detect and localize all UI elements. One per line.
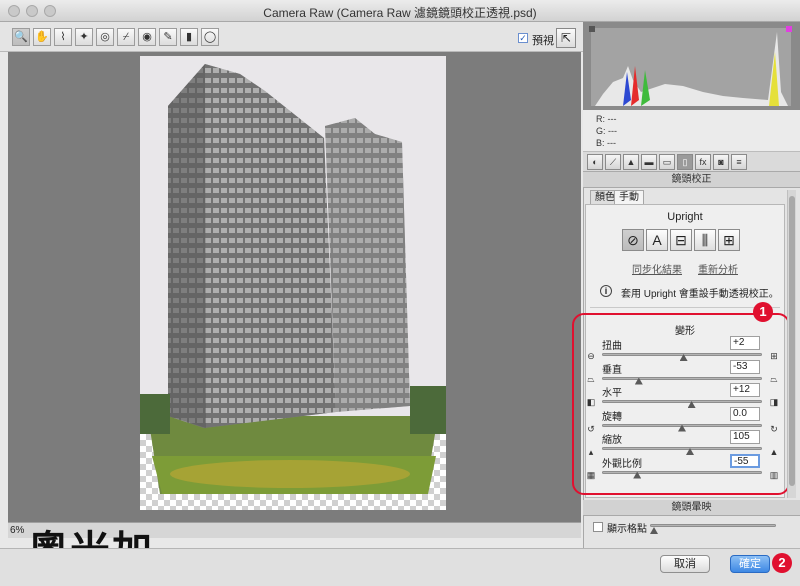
section-title-lens-corrections: 鏡頭校正 bbox=[583, 172, 800, 188]
graduated-filter-icon[interactable]: ▮ bbox=[180, 28, 198, 46]
upright-info-text: 套用 Upright 會重設手動透視校正。 bbox=[621, 289, 779, 300]
upright-auto-icon[interactable]: A bbox=[646, 229, 668, 251]
r-label: R: bbox=[596, 114, 605, 124]
zoom-tool-icon[interactable]: 🔍 bbox=[12, 28, 30, 46]
upright-vertical-icon[interactable]: ⫼ bbox=[694, 229, 716, 251]
b-label: B: bbox=[596, 138, 605, 148]
detail-panel-icon[interactable]: ▲ bbox=[623, 154, 639, 170]
b-value: --- bbox=[607, 138, 617, 148]
hsl-panel-icon[interactable]: ▬ bbox=[641, 154, 657, 170]
upright-level-icon[interactable]: ⊟ bbox=[670, 229, 692, 251]
window-title: Camera Raw (Camera Raw 濾鏡鏡頭校正透視.psd) bbox=[263, 6, 537, 20]
preview-checkbox[interactable]: ✓ bbox=[518, 33, 528, 43]
g-value: --- bbox=[608, 126, 618, 136]
annotation-highlight bbox=[572, 313, 790, 495]
presets-panel-icon[interactable]: ≡ bbox=[731, 154, 747, 170]
photo-preview bbox=[140, 56, 446, 510]
fullscreen-icon[interactable]: ⇱ bbox=[556, 28, 576, 48]
preview-label: 預視 bbox=[532, 35, 554, 47]
adjustment-brush-icon[interactable]: ✎ bbox=[159, 28, 177, 46]
upright-title: Upright bbox=[667, 211, 703, 223]
basic-panel-icon[interactable]: ◐ bbox=[587, 154, 603, 170]
show-grid-label: 顯示格點 bbox=[607, 524, 647, 535]
annotation-badge-2: 2 bbox=[772, 553, 792, 573]
divider bbox=[590, 307, 780, 308]
targeted-adjustment-tool-icon[interactable]: ◎ bbox=[96, 28, 114, 46]
r-value: --- bbox=[607, 114, 617, 124]
info-icon: i bbox=[600, 285, 612, 297]
straighten-tool-icon[interactable]: ⌿ bbox=[117, 28, 135, 46]
color-sampler-tool-icon[interactable]: ✦ bbox=[75, 28, 93, 46]
ok-button[interactable]: 確定 bbox=[730, 555, 770, 573]
section-title-vignetting: 鏡頭暈映 bbox=[583, 500, 800, 516]
red-eye-tool-icon[interactable]: ◉ bbox=[138, 28, 156, 46]
tone-curve-panel-icon[interactable]: ⟋ bbox=[605, 154, 621, 170]
effects-panel-icon[interactable]: fx bbox=[695, 154, 711, 170]
g-label: G: bbox=[596, 126, 606, 136]
lens-corrections-panel-icon[interactable]: ▯ bbox=[677, 154, 693, 170]
split-toning-panel-icon[interactable]: ▭ bbox=[659, 154, 675, 170]
radial-filter-icon[interactable]: ◯ bbox=[201, 28, 219, 46]
camera-calibration-panel-icon[interactable]: ◙ bbox=[713, 154, 729, 170]
reanalyze-link[interactable]: 重新分析 bbox=[698, 261, 738, 276]
white-balance-tool-icon[interactable]: ⌇ bbox=[54, 28, 72, 46]
sync-results-link[interactable]: 同步化結果 bbox=[632, 261, 682, 276]
show-grid-checkbox[interactable] bbox=[593, 522, 603, 532]
tab-manual[interactable]: 手動 bbox=[614, 190, 644, 205]
upright-full-icon[interactable]: ⊞ bbox=[718, 229, 740, 251]
panel-scrollbar-thumb[interactable] bbox=[789, 196, 795, 486]
hand-tool-icon[interactable]: ✋ bbox=[33, 28, 51, 46]
histogram bbox=[583, 22, 800, 110]
cancel-button[interactable]: 取消 bbox=[660, 555, 710, 573]
zoom-level[interactable]: 6% bbox=[10, 525, 24, 536]
grid-size-slider[interactable] bbox=[650, 524, 776, 527]
upright-off-icon[interactable]: ⊘ bbox=[622, 229, 644, 251]
annotation-badge-1: 1 bbox=[753, 302, 773, 322]
